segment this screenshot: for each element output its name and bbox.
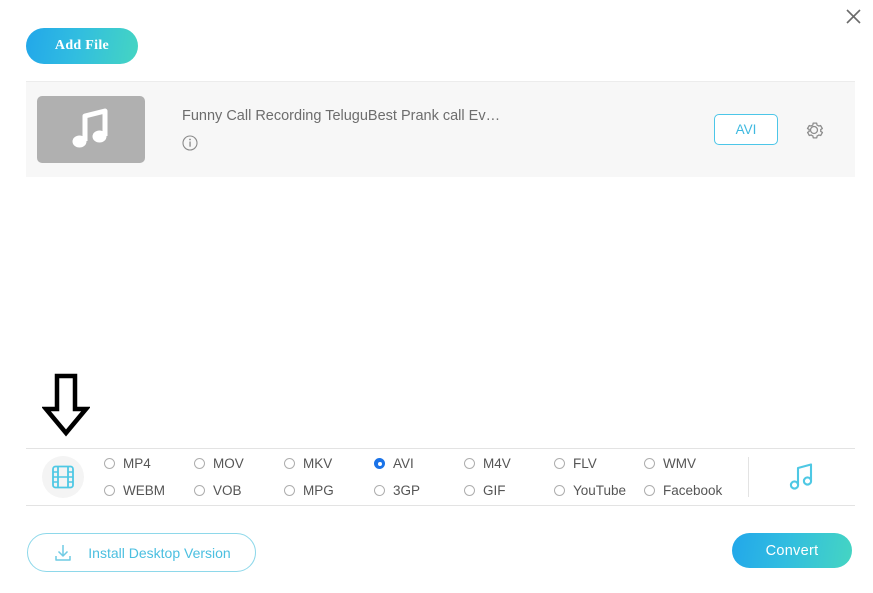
format-option-wmv[interactable]: WMV — [644, 450, 734, 477]
format-option-mkv[interactable]: MKV — [284, 450, 374, 477]
close-window-button[interactable] — [840, 3, 866, 29]
category-audio-button[interactable] — [785, 460, 819, 494]
format-option-label: YouTube — [573, 483, 626, 498]
radio-3gp[interactable] — [374, 485, 385, 496]
music-note-icon — [68, 108, 114, 152]
radio-mp4[interactable] — [104, 458, 115, 469]
format-option-label: WMV — [663, 456, 696, 471]
file-thumbnail — [37, 96, 145, 163]
radio-mpg[interactable] — [284, 485, 295, 496]
format-option-label: GIF — [483, 483, 506, 498]
install-desktop-version-label: Install Desktop Version — [88, 545, 230, 561]
close-icon — [845, 8, 862, 25]
radio-facebook[interactable] — [644, 485, 655, 496]
convert-button[interactable]: Convert — [732, 533, 852, 568]
download-icon — [52, 542, 74, 564]
radio-vob[interactable] — [194, 485, 205, 496]
format-option-label: FLV — [573, 456, 597, 471]
format-options-grid: MP4 MOV MKV AVI M4V FLV WMV WEBM VOB MPG… — [104, 450, 748, 504]
format-option-label: WEBM — [123, 483, 165, 498]
down-arrow-annotation — [42, 373, 90, 437]
file-title: Funny Call Recording TeluguBest Prank ca… — [182, 108, 552, 124]
install-desktop-version-button[interactable]: Install Desktop Version — [27, 533, 256, 572]
radio-flv[interactable] — [554, 458, 565, 469]
radio-avi[interactable] — [374, 458, 385, 469]
category-video-button[interactable] — [42, 456, 84, 498]
radio-wmv[interactable] — [644, 458, 655, 469]
format-option-avi[interactable]: AVI — [374, 450, 464, 477]
format-option-gif[interactable]: GIF — [464, 477, 554, 504]
format-selection-panel: MP4 MOV MKV AVI M4V FLV WMV WEBM VOB MPG… — [26, 448, 855, 506]
format-option-facebook[interactable]: Facebook — [644, 477, 734, 504]
radio-gif[interactable] — [464, 485, 475, 496]
format-option-label: M4V — [483, 456, 511, 471]
radio-m4v[interactable] — [464, 458, 475, 469]
radio-youtube[interactable] — [554, 485, 565, 496]
file-output-format-button[interactable]: AVI — [714, 114, 778, 145]
format-option-m4v[interactable]: M4V — [464, 450, 554, 477]
format-option-label: MKV — [303, 456, 332, 471]
radio-mkv[interactable] — [284, 458, 295, 469]
file-details: Funny Call Recording TeluguBest Prank ca… — [182, 108, 714, 151]
radio-webm[interactable] — [104, 485, 115, 496]
format-option-vob[interactable]: VOB — [194, 477, 284, 504]
add-file-container: Add File — [26, 28, 138, 64]
format-option-mpg[interactable]: MPG — [284, 477, 374, 504]
add-file-button[interactable]: Add File — [26, 28, 138, 64]
info-circle-icon[interactable] — [182, 135, 198, 151]
format-option-label: AVI — [393, 456, 414, 471]
gear-icon[interactable] — [803, 119, 825, 141]
panel-divider — [748, 457, 749, 497]
format-option-3gp[interactable]: 3GP — [374, 477, 464, 504]
format-option-youtube[interactable]: YouTube — [554, 477, 644, 504]
format-option-label: 3GP — [393, 483, 420, 498]
format-option-label: MPG — [303, 483, 334, 498]
format-option-flv[interactable]: FLV — [554, 450, 644, 477]
format-option-label: VOB — [213, 483, 242, 498]
format-option-mov[interactable]: MOV — [194, 450, 284, 477]
format-option-label: MP4 — [123, 456, 151, 471]
format-option-label: MOV — [213, 456, 244, 471]
format-option-label: Facebook — [663, 483, 722, 498]
film-strip-icon — [50, 464, 76, 490]
format-option-webm[interactable]: WEBM — [104, 477, 194, 504]
radio-mov[interactable] — [194, 458, 205, 469]
file-list-item[interactable]: Funny Call Recording TeluguBest Prank ca… — [26, 81, 855, 177]
format-option-mp4[interactable]: MP4 — [104, 450, 194, 477]
